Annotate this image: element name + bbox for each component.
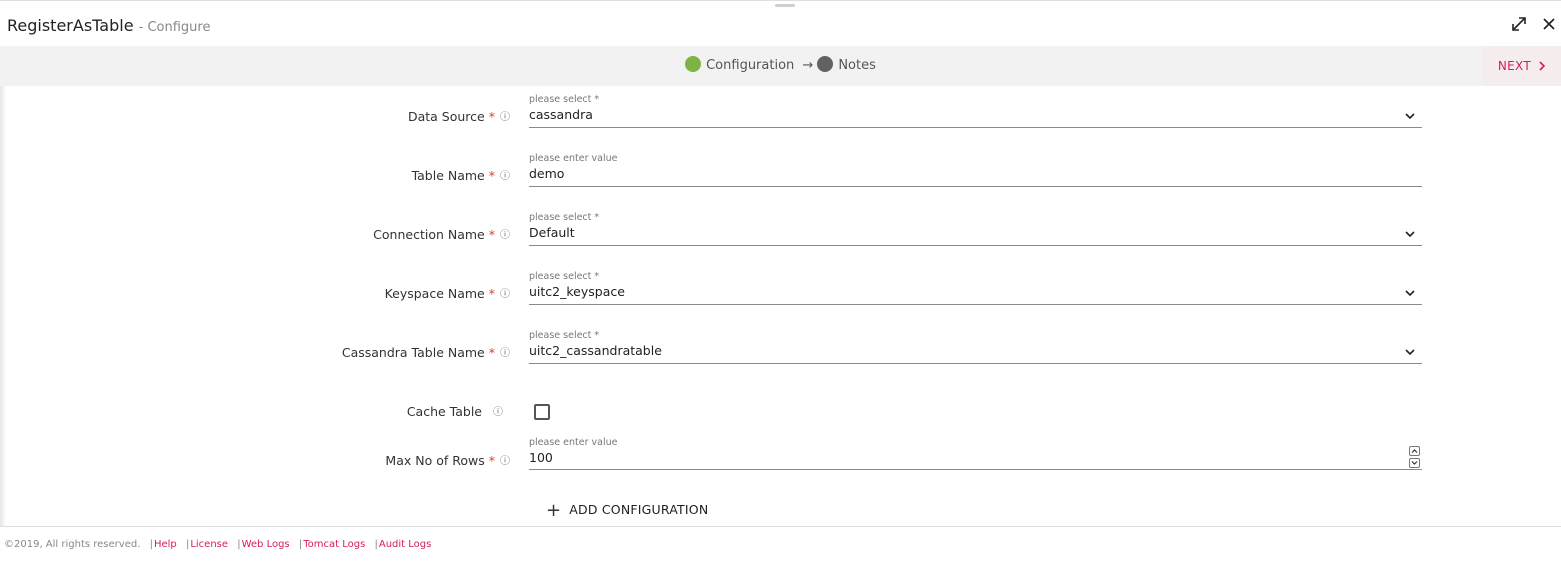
connection-name-value: Default xyxy=(529,225,575,240)
required-mark: * xyxy=(488,227,495,242)
table-name-input[interactable]: please enter value demo xyxy=(529,153,1422,187)
max-rows-label: Max No of Rows * ⓘ xyxy=(385,452,510,468)
data-source-select[interactable]: please select * cassandra xyxy=(529,94,1422,128)
plus-icon: + xyxy=(546,500,562,521)
step-arrow-icon: → xyxy=(802,58,814,73)
footer-separator: | xyxy=(185,539,190,550)
required-mark: * xyxy=(488,345,495,360)
max-rows-hint: please enter value xyxy=(529,437,618,448)
row-cache-table: Cache Table ⓘ xyxy=(0,381,1561,429)
max-rows-value: 100 xyxy=(529,450,553,465)
chevron-right-icon xyxy=(1539,61,1546,71)
row-table-name: Table Name * ⓘ please enter value demo xyxy=(0,145,1561,193)
keyspace-name-value: uitc2_keyspace xyxy=(529,284,625,299)
chevron-down-icon[interactable] xyxy=(1404,287,1416,299)
row-data-source: Data Source * ⓘ please select * cassandra xyxy=(0,86,1561,134)
add-configuration-label: ADD CONFIGURATION xyxy=(569,502,709,517)
keyspace-name-hint: please select * xyxy=(529,271,600,282)
spin-up-icon[interactable] xyxy=(1409,446,1420,456)
row-cassandra-table-name: Cassandra Table Name * ⓘ please select * u… xyxy=(0,322,1561,370)
footer-link-audit-logs[interactable]: Audit Logs xyxy=(379,539,431,550)
required-mark: * xyxy=(488,109,495,124)
connection-name-label: Connection Name * ⓘ xyxy=(373,226,510,242)
data-source-hint: please select * xyxy=(529,94,600,105)
info-icon[interactable]: ⓘ xyxy=(500,344,510,359)
cassandra-table-name-label-text: Cassandra Table Name xyxy=(341,345,485,360)
cache-table-checkbox[interactable] xyxy=(534,404,550,420)
info-icon[interactable]: ⓘ xyxy=(500,167,510,182)
footer-link-license[interactable]: License xyxy=(190,539,228,550)
data-source-label: Data Source * ⓘ xyxy=(408,108,510,124)
step-bar: Configuration → Notes NEXT xyxy=(0,46,1561,86)
dialog-title: RegisterAsTable - Configure xyxy=(7,16,210,35)
info-icon[interactable]: ⓘ xyxy=(493,403,503,418)
cassandra-table-name-select[interactable]: please select * uitc2_cassandratable xyxy=(529,330,1422,364)
cache-table-label: Cache Table ⓘ xyxy=(407,403,503,419)
row-max-rows: Max No of Rows * ⓘ please enter value 100 xyxy=(0,429,1561,477)
max-rows-input[interactable]: please enter value 100 xyxy=(529,437,1422,470)
info-icon[interactable]: ⓘ xyxy=(500,452,510,467)
keyspace-name-label-text: Keyspace Name xyxy=(384,286,485,301)
footer-link-tomcat-logs[interactable]: Tomcat Logs xyxy=(303,539,365,550)
step-configuration[interactable]: Configuration xyxy=(706,58,794,73)
footer: ©2019, All rights reserved. |Help |Licen… xyxy=(0,526,1561,561)
chevron-down-icon[interactable] xyxy=(1404,228,1416,240)
title-text: RegisterAsTable xyxy=(7,16,134,35)
connection-name-hint: please select * xyxy=(529,212,600,223)
next-button-label: NEXT xyxy=(1497,59,1531,73)
configuration-form: Data Source * ⓘ please select * cassandra … xyxy=(0,86,1561,526)
step-active-dot-icon xyxy=(685,56,702,72)
cache-table-label-text: Cache Table xyxy=(406,404,482,419)
info-icon[interactable]: ⓘ xyxy=(500,226,510,241)
footer-separator: | xyxy=(237,539,241,550)
info-icon[interactable]: ⓘ xyxy=(500,285,510,300)
footer-separator: | xyxy=(298,539,303,550)
table-name-value: demo xyxy=(529,166,565,181)
footer-link-help[interactable]: Help xyxy=(154,539,177,550)
next-button[interactable]: NEXT xyxy=(1483,46,1561,86)
footer-separator: | xyxy=(149,539,153,550)
table-name-label: Table Name * ⓘ xyxy=(412,167,510,183)
table-name-hint: please enter value xyxy=(529,153,618,164)
step-indicator: Configuration → Notes xyxy=(0,46,1561,86)
max-rows-label-text: Max No of Rows xyxy=(385,453,485,468)
number-spinner xyxy=(1409,446,1421,470)
dialog-header: RegisterAsTable - Configure xyxy=(0,0,1561,46)
info-icon[interactable]: ⓘ xyxy=(500,108,510,123)
step-notes[interactable]: Notes xyxy=(838,58,876,73)
close-icon[interactable] xyxy=(1540,15,1558,33)
data-source-label-text: Data Source xyxy=(407,109,485,124)
connection-name-select[interactable]: please select * Default xyxy=(529,212,1422,246)
table-name-label-text: Table Name xyxy=(411,168,485,183)
cassandra-table-name-hint: please select * xyxy=(529,330,600,341)
required-mark: * xyxy=(488,168,495,183)
cassandra-table-name-label: Cassandra Table Name * ⓘ xyxy=(342,344,510,360)
keyspace-name-select[interactable]: please select * uitc2_keyspace xyxy=(529,271,1422,305)
add-configuration-button[interactable]: + ADD CONFIGURATION xyxy=(546,500,708,521)
required-mark: * xyxy=(488,286,495,301)
row-connection-name: Connection Name * ⓘ please select * Defaul… xyxy=(0,204,1561,252)
spin-down-icon[interactable] xyxy=(1409,458,1420,468)
chevron-down-icon[interactable] xyxy=(1404,346,1416,358)
expand-icon[interactable] xyxy=(1510,15,1528,33)
connection-name-label-text: Connection Name xyxy=(373,227,485,242)
drag-handle[interactable] xyxy=(775,4,795,7)
footer-separator: | xyxy=(374,539,378,550)
copyright-text: ©2019, All rights reserved. xyxy=(4,539,141,550)
title-subtitle: - Configure xyxy=(138,20,211,35)
step-inactive-dot-icon xyxy=(817,56,834,72)
cassandra-table-name-value: uitc2_cassandratable xyxy=(529,343,662,358)
keyspace-name-label: Keyspace Name * ⓘ xyxy=(385,285,510,301)
chevron-down-icon[interactable] xyxy=(1404,110,1416,122)
data-source-value: cassandra xyxy=(529,107,593,122)
row-keyspace-name: Keyspace Name * ⓘ please select * uitc2_ke… xyxy=(0,263,1561,311)
required-mark: * xyxy=(488,453,495,468)
footer-link-web-logs[interactable]: Web Logs xyxy=(242,539,290,550)
footer-content: ©2019, All rights reserved. |Help |Licen… xyxy=(4,539,431,550)
